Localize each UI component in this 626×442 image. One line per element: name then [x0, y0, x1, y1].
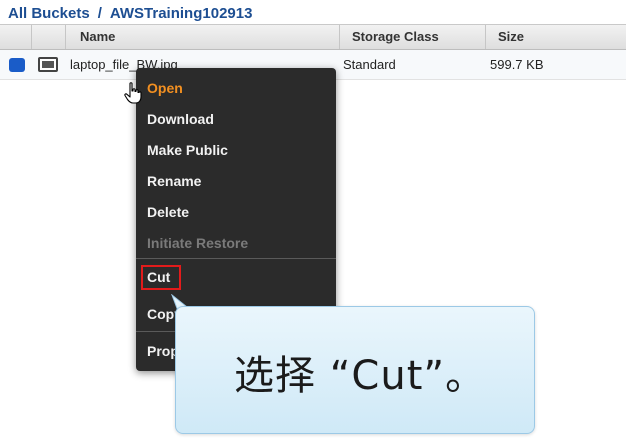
selected-checkbox-icon[interactable] — [9, 58, 25, 72]
name-column-header[interactable]: Name — [66, 25, 340, 49]
size-value: 599.7 KB — [490, 57, 544, 72]
breadcrumb-bucket-link[interactable]: AWSTraining102913 — [110, 5, 253, 22]
storage-class-column-header[interactable]: Storage Class — [340, 25, 486, 49]
select-column-header[interactable] — [0, 25, 32, 49]
instruction-callout: 选择 “Cut”。 — [175, 306, 535, 434]
table-header: Name Storage Class Size — [0, 24, 626, 50]
breadcrumb-separator: / — [97, 4, 102, 22]
menu-item-cut[interactable]: Cut — [147, 265, 170, 289]
menu-item-download[interactable]: Download — [147, 107, 214, 131]
hand-pointer-icon — [124, 82, 142, 104]
menu-item-initiate-restore: Initiate Restore — [147, 235, 249, 251]
type-column-header — [32, 25, 66, 49]
size-column-header[interactable]: Size — [486, 25, 626, 49]
storage-class-value: Standard — [343, 57, 396, 72]
callout-text: 选择 “Cut”。 — [234, 353, 487, 399]
menu-item-delete[interactable]: Delete — [147, 200, 189, 224]
breadcrumb-all-buckets-link[interactable]: All Buckets — [8, 5, 90, 22]
menu-divider — [136, 258, 336, 259]
menu-item-rename[interactable]: Rename — [147, 169, 201, 193]
breadcrumb: All Buckets / AWSTraining102913 — [8, 3, 252, 23]
menu-item-open[interactable]: Open — [147, 76, 183, 100]
menu-item-make-public[interactable]: Make Public — [147, 138, 228, 162]
file-icon — [38, 57, 58, 72]
